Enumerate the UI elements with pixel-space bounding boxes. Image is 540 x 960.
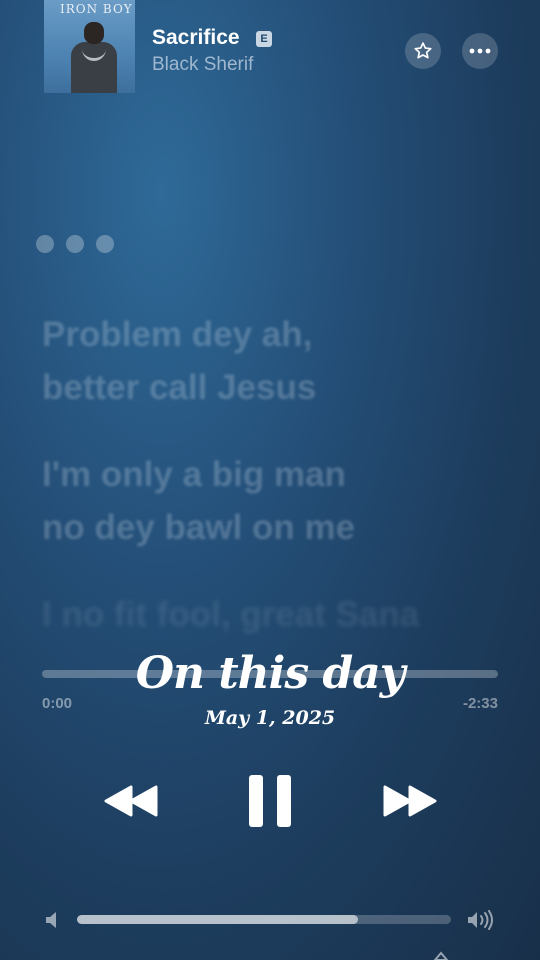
lyrics-loading-dots <box>36 235 114 253</box>
album-figure-head <box>84 22 104 44</box>
lyric-line[interactable]: I'm only a big man <box>42 448 512 501</box>
loading-dot <box>36 235 54 253</box>
forward-icon[interactable] <box>383 784 437 818</box>
song-title[interactable]: Sacrifice <box>152 26 240 50</box>
pause-icon[interactable] <box>248 774 292 828</box>
lyric-line[interactable]: Problem dey ah, <box>42 308 512 361</box>
artist-name[interactable]: Black Sherif <box>152 54 253 76</box>
speaker-high-icon <box>468 910 493 930</box>
volume-slider[interactable] <box>77 915 451 924</box>
favorite-button[interactable] <box>405 33 441 69</box>
loading-dot <box>96 235 114 253</box>
rewind-icon[interactable] <box>104 784 158 818</box>
more-icon <box>469 48 491 54</box>
airplay-icon[interactable] <box>432 948 450 960</box>
lyrics-panel[interactable]: Problem dey ah, better call Jesus I'm on… <box>42 308 512 641</box>
lyric-line[interactable]: better call Jesus <box>42 361 512 414</box>
memory-overlay-date: May 1, 2025 <box>204 707 336 729</box>
lyric-line[interactable]: I no fit fool, great Sana <box>42 588 512 641</box>
speaker-low-icon <box>46 912 56 928</box>
volume-control <box>0 905 540 935</box>
album-art-text: IRON BOY <box>60 2 133 16</box>
volume-level <box>77 915 358 924</box>
playback-controls <box>0 770 540 830</box>
more-options-button[interactable] <box>462 33 498 69</box>
loading-dot <box>66 235 84 253</box>
memory-overlay-title: On this day <box>135 648 406 699</box>
star-icon <box>414 42 432 59</box>
now-playing-header: IRON BOY Sacrifice E Black Sherif <box>0 0 540 110</box>
album-artwork[interactable]: IRON BOY <box>44 0 135 93</box>
lyric-line[interactable]: no dey bawl on me <box>42 501 512 554</box>
explicit-badge: E <box>256 31 272 47</box>
